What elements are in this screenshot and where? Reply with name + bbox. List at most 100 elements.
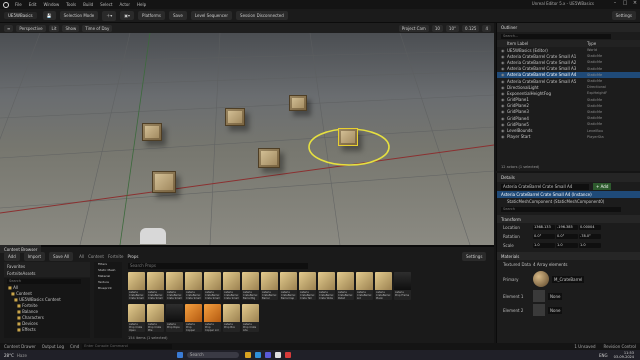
cb-save-all-button[interactable]: Save All [49,251,74,261]
cb-path-all[interactable]: All [79,254,84,259]
camera-info[interactable]: Project Cam [398,24,429,32]
file-explorer-icon[interactable] [244,352,251,358]
lit-button[interactable]: Lit [48,24,60,32]
material2-dropdown[interactable]: None [548,306,563,314]
console-input[interactable]: Enter Console Command [82,344,173,349]
crate-b1[interactable] [152,171,176,193]
crate-a3[interactable] [142,123,162,141]
folder-item[interactable]: ■ Effects [4,327,90,333]
cb-settings-button[interactable]: Settings [462,252,487,261]
taskbar-search[interactable]: Search [186,352,239,358]
asset-tile[interactable]: Asteria CrateBarrel Crate Tall [299,272,316,300]
language-indicator[interactable]: ENG [599,353,608,358]
asset-tile[interactable]: Asteria CrateBarrel Barrel Small [261,272,278,300]
material2-thumbnail[interactable] [533,304,545,316]
asset-tile[interactable]: Asteria CrateBarrel Barrel Cap [280,272,297,300]
show-button[interactable]: Show [62,24,80,32]
materials-section[interactable]: Materials [497,252,640,260]
menu-edit[interactable]: Edit [29,2,37,7]
scale-snap[interactable]: 0.125 [462,24,480,32]
viewport-menu-icon[interactable]: ≡ [4,24,14,32]
material1-thumbnail[interactable] [533,290,545,302]
details-search-input[interactable]: Search [501,206,621,212]
asset-tile[interactable]: Asteria CrateBarrel Crate Small B1 [223,272,240,300]
asset-tile[interactable]: Asteria Prop Copper [185,304,202,332]
crate-a5[interactable] [258,148,280,168]
platforms-button[interactable]: Platforms [138,11,165,20]
menu-window[interactable]: Window [43,2,59,7]
outliner-col-type[interactable]: Type [587,41,596,46]
scale-y[interactable]: 1.0 [556,243,578,248]
menu-select[interactable]: Select [100,2,112,7]
asset-tile[interactable]: Asteria Prop Box [223,304,240,332]
material-thumbnail[interactable] [533,271,549,287]
add-actor-button[interactable]: ＋▾ [102,10,117,21]
asset-tile[interactable]: Asteria Prop Copper Lid [204,304,221,332]
app-icon[interactable] [284,352,291,358]
asset-search-input[interactable]: Search Props [128,263,308,269]
crate-a2[interactable] [289,95,307,111]
transform-section[interactable]: Transform [497,215,640,223]
perspective-button[interactable]: Perspective [16,24,46,32]
crate-a1[interactable] [225,108,245,126]
location-x[interactable]: 1368.133 [533,225,555,230]
component-row[interactable]: StaticMeshComponent (StaticMeshComponent… [497,198,640,205]
asset-tile[interactable]: Asteria CrateBarrel Pallet [337,272,354,300]
minimize-icon[interactable]: – [610,0,620,9]
grid-snap[interactable]: 10 [431,24,443,32]
asset-tile[interactable]: Asteria CrateBarrel Barrel Big [242,272,259,300]
revision-control-button[interactable]: Revision Control [604,344,636,349]
asset-tile[interactable]: Asteria CrateBarrel Crate Wide [318,272,335,300]
material0-dropdown[interactable]: M_CrateBarrel [552,275,585,283]
asset-tile[interactable]: Asteria Prop Rope [166,304,183,332]
crate-a4-selected[interactable] [338,128,358,146]
output-log-button[interactable]: Output Log [42,344,64,349]
asset-tile[interactable]: Asteria CrateBarrel Crate Small A3 [166,272,183,300]
rotation-y[interactable]: 0.0° [556,234,578,239]
location-y[interactable]: -196.385 [556,225,578,230]
asset-tile[interactable]: Asteria Prop Crate Open [128,304,145,332]
asset-tile[interactable]: Asteria Prop Crate Lite [242,304,259,332]
blueprint-button[interactable]: ▣▾ [120,11,135,20]
asset-tile[interactable]: Asteria CrateBarrel Crate Small A5 [204,272,221,300]
asset-tile[interactable]: Asteria Prop Crate Pile [147,304,164,332]
player-start-gizmo[interactable] [140,228,166,244]
menu-help[interactable]: Help [137,2,146,7]
outliner-search-input[interactable]: Search... [501,33,611,39]
time-of-day-button[interactable]: Time of Day [82,24,113,32]
asset-tile[interactable]: Asteria CrateBarrel Plank [375,272,392,300]
unsaved-indicator[interactable]: 1 Unsaved [574,344,595,349]
folder-search-input[interactable]: Search [7,279,81,284]
settings-button[interactable]: Settings [611,11,636,20]
outliner-col-label[interactable]: Item Label [507,41,587,46]
add-component-button[interactable]: + Add [593,183,612,190]
maximize-icon[interactable]: □ [620,0,630,9]
rotation-z[interactable]: -78.0° [579,234,601,239]
component-instance-row[interactable]: Asteria CrateBarrel Crate Small A4 (Inst… [497,191,640,198]
outliner-row[interactable]: ◉ Player Start PlayerSta [497,134,640,140]
asset-tile[interactable]: Asteria CrateBarrel Lid [356,272,373,300]
cb-path-content[interactable]: Content [88,254,104,259]
scale-x[interactable]: 1.0 [533,243,555,248]
filter-item[interactable]: Blueprint [94,286,122,292]
store-icon[interactable] [264,352,271,358]
cb-import-button[interactable]: Import [23,251,46,261]
project-header[interactable]: FortniteAssets [7,271,36,276]
save-current-button[interactable]: 💾 [42,11,56,20]
cb-path-fortnite[interactable]: Fortnite [108,254,124,259]
selection-mode-button[interactable]: Selection Mode [59,11,99,20]
start-icon[interactable] [176,352,183,358]
close-icon[interactable]: × [630,0,640,9]
material1-dropdown[interactable]: None [548,292,563,300]
scale-z[interactable]: 1.0 [579,243,601,248]
level-viewport[interactable] [0,33,494,245]
menu-build[interactable]: Build [83,2,93,7]
angle-snap[interactable]: 10° [445,24,459,32]
asset-tile[interactable]: Asteria Prop Frame [394,272,411,300]
asset-tile[interactable]: Asteria CrateBarrel Crate Small A2 [147,272,164,300]
cmd-label[interactable]: Cmd [70,344,79,349]
asset-tile[interactable]: Asteria CrateBarrel Crate Small A4 [185,272,202,300]
camera-speed[interactable]: 4 [482,24,491,32]
asset-tile[interactable]: Asteria CrateBarrel Crate Small A1 [128,272,145,300]
weather-temp[interactable]: 28°C [4,353,14,358]
